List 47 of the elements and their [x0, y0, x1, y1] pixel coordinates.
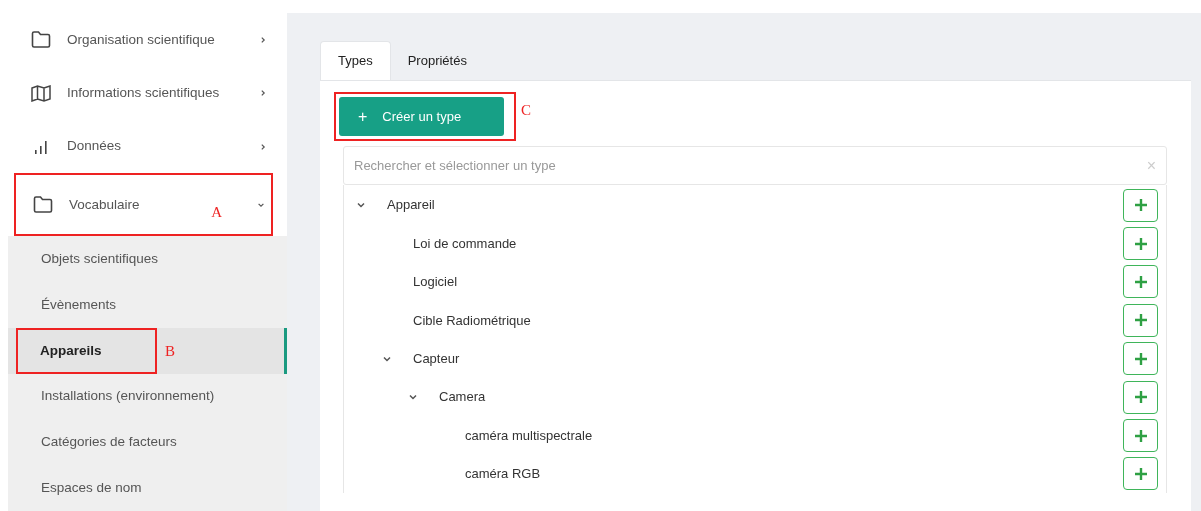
plus-icon	[1134, 391, 1147, 404]
tab[interactable]: Types	[320, 41, 391, 80]
bar-chart-icon	[33, 139, 49, 154]
tree-node-label[interactable]: Cible Radiométrique	[413, 310, 531, 331]
annotation-letter: B	[165, 342, 175, 359]
tree-node-label[interactable]: Capteur	[413, 349, 460, 369]
chevron-right-icon	[259, 89, 267, 98]
tree-node-label[interactable]: Loi de commande	[413, 233, 517, 254]
plus-icon	[1134, 352, 1147, 365]
submenu-item[interactable]: Installations (environnement)	[41, 386, 215, 407]
plus-icon: +	[358, 104, 368, 129]
sidebar-item[interactable]: Vocabulaire	[69, 194, 140, 215]
add-child-button[interactable]	[1123, 303, 1158, 337]
tab[interactable]: Propriétés	[390, 41, 484, 80]
folder-icon	[33, 196, 53, 214]
add-child-button[interactable]	[1123, 380, 1158, 414]
chevron-right-icon	[259, 142, 267, 151]
plus-icon	[1134, 237, 1147, 250]
submenu-item[interactable]: Espaces de nom	[41, 477, 142, 499]
folder-icon	[31, 31, 51, 49]
add-child-button[interactable]	[1123, 265, 1158, 299]
sidebar-item[interactable]: Données	[67, 136, 122, 157]
add-child-button[interactable]	[1123, 419, 1158, 453]
tree-node-label[interactable]: Camera	[439, 387, 486, 407]
add-child-button[interactable]	[1123, 227, 1158, 261]
submenu-item[interactable]: Objets scientifiques	[41, 249, 159, 270]
tree-node-label[interactable]: Logiciel	[413, 272, 458, 292]
map-icon	[31, 84, 51, 102]
add-child-button[interactable]	[1123, 342, 1158, 376]
plus-icon	[1134, 314, 1147, 327]
tree-node-label[interactable]: caméra RGB	[465, 464, 541, 484]
plus-icon	[1134, 429, 1147, 442]
plus-icon	[1134, 467, 1147, 480]
annotation-letter: C	[521, 102, 531, 118]
tree-node-label[interactable]: Appareil	[387, 195, 435, 215]
plus-icon	[1134, 199, 1147, 212]
add-child-button[interactable]	[1123, 188, 1158, 222]
submenu-item[interactable]: Évènements	[41, 294, 117, 316]
submenu-item[interactable]: Appareils	[40, 340, 102, 361]
plus-icon	[1134, 275, 1147, 288]
annotation-letter: A	[211, 203, 222, 220]
chevron-right-icon	[259, 35, 267, 44]
submenu-item[interactable]: Catégories de facteurs	[41, 432, 177, 453]
sidebar-item[interactable]: Informations scientifiques	[67, 83, 220, 104]
add-child-button[interactable]	[1123, 457, 1158, 491]
sidebar-item[interactable]: Organisation scientifique	[67, 29, 215, 50]
tree-node-label[interactable]: caméra multispectrale	[465, 425, 593, 446]
